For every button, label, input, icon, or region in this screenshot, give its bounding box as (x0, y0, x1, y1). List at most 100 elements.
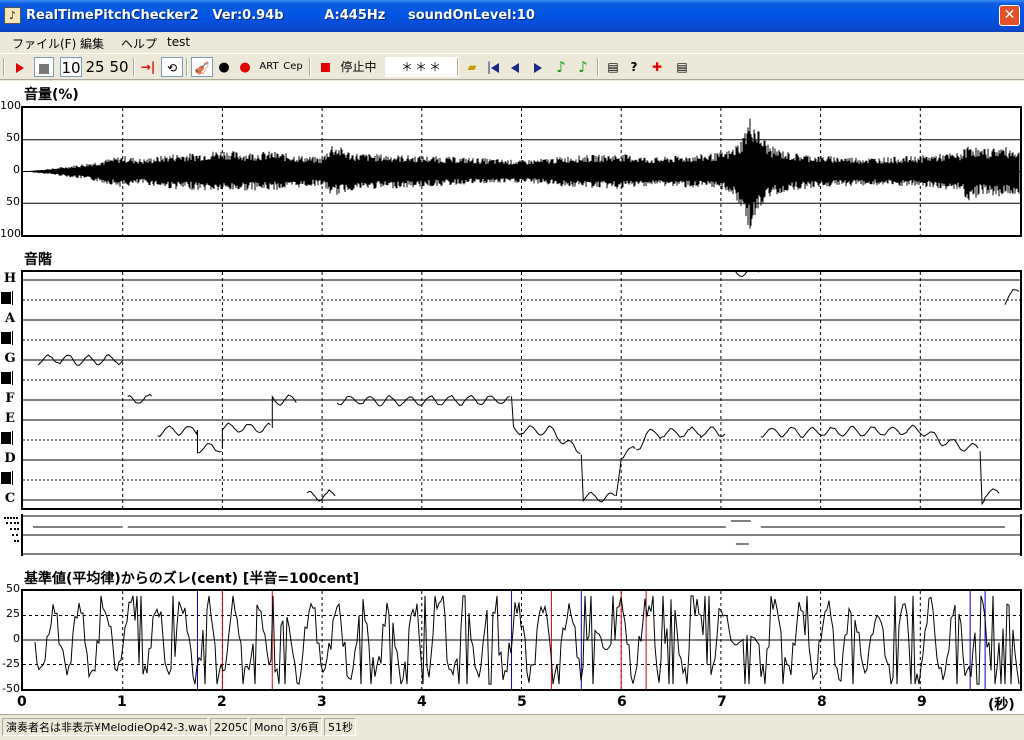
prev-icon (511, 62, 519, 73)
print-preview-button[interactable]: ▤ (672, 57, 692, 77)
crosshair-icon: ✚ (651, 60, 663, 74)
record-indicator (318, 57, 332, 77)
black-key (0, 291, 12, 305)
volume-waveform (23, 108, 1020, 235)
violin-button[interactable]: 🎻 (191, 57, 213, 77)
art-button[interactable]: ART (258, 57, 280, 77)
time-label-4: 4 (417, 694, 427, 710)
printer-icon: ▤ (607, 60, 619, 74)
pitch-segment (730, 266, 760, 277)
window-title: RealTimePitchChecker2 Ver:0.94b A:445Hz … (26, 8, 535, 23)
app-icon[interactable]: ♪ (4, 7, 21, 24)
stop-button[interactable] (34, 57, 54, 77)
pitch-segment (306, 489, 336, 502)
scale-plot[interactable] (21, 266, 1022, 510)
jump-end-button[interactable]: →| (138, 57, 158, 77)
octave-trace (23, 515, 1020, 555)
arrow-to-bar-icon: →| (140, 60, 156, 74)
time-label-6: 6 (617, 694, 627, 710)
pitch-segment (979, 451, 1000, 506)
volume-tick-minus-50: 50 (6, 195, 20, 208)
deviation-trace (23, 591, 1020, 689)
volume-plot[interactable] (21, 106, 1022, 237)
question-icon: ? (630, 60, 638, 74)
player-button[interactable]: ● (215, 57, 233, 77)
toolbar-separator (133, 58, 135, 76)
note-button-2[interactable]: ♪ (574, 57, 592, 77)
time-label-2: 2 (217, 694, 227, 710)
pitch-segment (336, 394, 510, 407)
help-button[interactable]: ? (625, 57, 643, 77)
zoom-50-button[interactable]: 50 (108, 57, 130, 77)
person-red-icon: ● (239, 60, 251, 75)
next-page-button[interactable] (529, 57, 547, 77)
status-file: 演奏者名は非表示¥MelodieOp42-3.wav (2, 718, 208, 736)
pitch-segment (221, 422, 271, 448)
prev-page-button[interactable] (506, 57, 524, 77)
toolbar-separator (597, 58, 599, 76)
menu-bar: ファイル(F) 編集 ヘルプ test (0, 32, 1024, 53)
time-label-5: 5 (517, 694, 527, 710)
zoom-10-button[interactable]: 10 (60, 57, 82, 77)
play-button[interactable] (10, 57, 30, 77)
deviation-tick-0: 0 (13, 632, 20, 645)
octave-indicator (2, 515, 20, 553)
status-channels: Mono (250, 718, 284, 736)
marker-button[interactable]: ✚ (647, 57, 667, 77)
volume-title: 音量(%) (24, 87, 79, 103)
toolbar-separator (309, 58, 311, 76)
scale-title: 音階 (24, 252, 52, 268)
time-label-1: 1 (117, 694, 127, 710)
black-key (0, 371, 12, 385)
singer-button[interactable]: ● (236, 57, 254, 77)
folder-icon: ▰ (467, 60, 477, 74)
time-label-9: 9 (917, 694, 927, 710)
menu-edit[interactable]: 編集 (80, 35, 104, 52)
title-bar[interactable]: ♪ RealTimePitchChecker2 Ver:0.94b A:445H… (0, 0, 1024, 32)
note-label-h: H (3, 271, 17, 286)
note-label-a: A (4, 311, 16, 326)
note-label-f: F (5, 391, 15, 406)
music-note-icon: ♪ (578, 58, 588, 76)
deviation-tick-25: 25 (6, 607, 20, 620)
note-button-1[interactable]: ♪ (552, 57, 570, 77)
volume-tick-0: 0 (13, 163, 20, 176)
pitch-segment (615, 445, 636, 497)
loop-button[interactable]: ⟲ (161, 57, 183, 77)
note-label-c: C (4, 491, 16, 506)
pitch-segment (636, 426, 726, 451)
printer-icon: ▤ (676, 60, 688, 74)
note-label-e: E (5, 411, 15, 426)
time-unit-label: (秒) (988, 697, 1015, 713)
octave-strip (21, 514, 1022, 556)
status-duration: 51秒 (324, 718, 356, 736)
zoom-25-button[interactable]: 25 (84, 57, 106, 77)
pitch-display: ＊＊＊ (385, 57, 459, 77)
open-folder-button[interactable]: ▰ (462, 57, 482, 77)
play-status: 停止中 (340, 60, 377, 74)
next-icon (534, 62, 542, 73)
loop-icon: ⟲ (166, 61, 178, 75)
black-key (0, 431, 12, 445)
menu-test[interactable]: test (167, 35, 190, 49)
deviation-plot[interactable] (21, 589, 1022, 691)
pitch-segment (760, 424, 979, 452)
pitch-segment (157, 425, 222, 454)
menu-file[interactable]: ファイル(F) (12, 35, 76, 52)
toolbar: 10 25 50 →| ⟲ 🎻 ● ● ART Cep 停止中 ＊＊＊ ▰ | … (0, 53, 1024, 80)
first-page-button[interactable]: | (484, 57, 502, 77)
skip-start-icon: | (487, 60, 500, 74)
pitch-segment (127, 393, 153, 404)
cep-button[interactable]: Cep (282, 57, 304, 77)
status-bar: 演奏者名は非表示¥MelodieOp42-3.wav 22050 Mono 3/… (0, 714, 1024, 740)
pitch-segment (1004, 288, 1020, 305)
menu-help[interactable]: ヘルプ (121, 35, 157, 52)
note-label-d: D (4, 451, 16, 466)
print-button[interactable]: ▤ (603, 57, 623, 77)
music-note-icon: ♪ (556, 58, 566, 76)
deviation-tick-minus-25: -25 (2, 657, 20, 670)
close-button[interactable]: ✕ (999, 5, 1020, 26)
time-label-8: 8 (817, 694, 827, 710)
time-label-0: 0 (17, 694, 27, 710)
status-sample-rate: 22050 (210, 718, 248, 736)
